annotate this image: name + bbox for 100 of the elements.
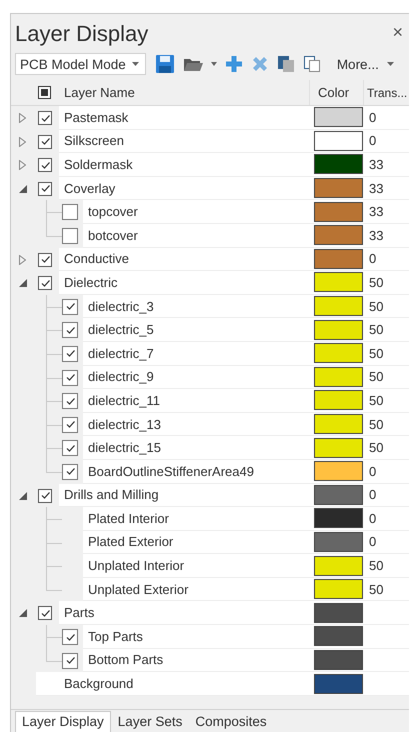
layer-name: Soldermask <box>64 156 133 172</box>
expanded-arrow-icon[interactable] <box>19 492 27 500</box>
color-swatch[interactable] <box>314 484 363 505</box>
layer-checkbox[interactable] <box>38 488 52 502</box>
transparency-value: 33 <box>369 156 384 172</box>
close-button[interactable]: × <box>392 22 403 42</box>
layer-checkbox[interactable] <box>38 134 52 149</box>
transparency-value: 33 <box>369 228 384 243</box>
color-swatch[interactable] <box>314 320 363 340</box>
layer-name: Bottom Parts <box>88 652 164 668</box>
transparency-value: 0 <box>369 534 376 550</box>
column-header[interactable]: Color <box>309 80 363 105</box>
caret-icon[interactable] <box>210 62 217 66</box>
layer-checkbox[interactable] <box>38 276 52 290</box>
color-swatch[interactable] <box>314 579 363 600</box>
layer-checkbox[interactable] <box>62 464 78 480</box>
transparency-value: 50 <box>369 274 384 290</box>
caret-icon <box>132 62 139 66</box>
save-icon[interactable] <box>154 54 175 74</box>
collapsed-arrow-icon[interactable] <box>19 136 26 147</box>
color-swatch[interactable] <box>314 225 363 246</box>
check-mark-icon <box>64 419 76 430</box>
check-mark-icon <box>64 632 76 643</box>
color-swatch[interactable] <box>314 414 363 434</box>
color-swatch[interactable] <box>314 130 363 151</box>
more-button[interactable]: More... <box>336 56 394 72</box>
column-header[interactable]: Trans... <box>363 80 409 105</box>
color-swatch[interactable] <box>314 366 363 387</box>
color-swatch[interactable] <box>314 674 363 694</box>
color-swatch[interactable] <box>314 107 363 128</box>
color-swatch[interactable] <box>314 461 363 482</box>
expanded-arrow-icon[interactable] <box>19 609 27 618</box>
color-swatch[interactable] <box>314 650 363 670</box>
check-mark-icon <box>64 324 76 336</box>
check-mark-icon <box>64 655 76 666</box>
caret-icon <box>386 62 394 66</box>
color-swatch[interactable] <box>314 272 363 292</box>
collapsed-arrow-icon[interactable] <box>19 113 26 123</box>
color-swatch[interactable] <box>314 626 363 646</box>
column-header[interactable]: Layer Name <box>59 80 309 105</box>
tab[interactable]: Composites <box>189 712 273 732</box>
layer-checkbox[interactable] <box>62 393 78 410</box>
layer-name: Top Parts <box>88 628 143 644</box>
color-swatch[interactable] <box>314 178 363 198</box>
tree-line <box>46 530 62 555</box>
layer-name: dielectric_15 <box>88 440 161 456</box>
select-all-checkbox[interactable] <box>38 86 51 99</box>
layer-checkbox[interactable] <box>38 606 52 620</box>
collapsed-arrow-icon[interactable] <box>19 160 26 170</box>
color-swatch[interactable] <box>314 390 363 410</box>
tab[interactable]: Layer Sets <box>112 712 188 732</box>
tree-line <box>46 342 62 366</box>
layer-checkbox[interactable] <box>62 370 78 386</box>
layer-checkbox[interactable] <box>38 252 52 267</box>
check-mark-icon <box>40 160 50 171</box>
layer-checkbox[interactable] <box>62 228 78 244</box>
layer-checkbox[interactable] <box>38 182 52 196</box>
layer-checkbox[interactable] <box>62 652 78 669</box>
color-swatch[interactable] <box>314 438 363 458</box>
layer-checkbox[interactable] <box>62 440 78 456</box>
color-swatch[interactable] <box>314 248 363 269</box>
layer-checkbox[interactable] <box>62 298 78 315</box>
plus-icon[interactable] <box>224 55 243 73</box>
color-swatch[interactable] <box>314 343 363 364</box>
color-swatch[interactable] <box>314 602 363 623</box>
copy-icon[interactable] <box>276 55 295 73</box>
layer-checkbox[interactable] <box>62 204 78 220</box>
color-swatch[interactable] <box>314 556 363 576</box>
layer-name: Parts <box>64 605 94 620</box>
collapsed-arrow-icon[interactable] <box>19 254 26 265</box>
check-mark-icon <box>64 301 76 312</box>
tree-line <box>46 366 62 390</box>
color-swatch[interactable] <box>314 532 363 552</box>
check-mark-icon <box>40 278 50 289</box>
layer-name: Dielectric <box>64 274 118 290</box>
expanded-arrow-icon[interactable] <box>19 184 27 193</box>
layer-checkbox[interactable] <box>62 629 78 646</box>
expanded-arrow-icon[interactable] <box>19 279 27 288</box>
mode-dropdown[interactable]: PCB Model Mode <box>15 53 146 75</box>
layer-checkbox[interactable] <box>38 158 52 172</box>
panel-title: Layer Display <box>15 20 150 47</box>
check-mark-icon <box>64 442 76 454</box>
layer-checkbox[interactable] <box>62 346 78 362</box>
layer-checkbox[interactable] <box>62 322 78 338</box>
color-swatch[interactable] <box>314 296 363 316</box>
check-mark-icon <box>40 608 50 619</box>
layer-name: dielectric_5 <box>88 322 154 338</box>
transparency-value: 50 <box>369 582 384 597</box>
color-swatch[interactable] <box>314 508 363 528</box>
color-swatch[interactable] <box>314 154 363 174</box>
tab[interactable]: Layer Display <box>15 711 111 732</box>
transparency-value: 33 <box>369 180 384 196</box>
copy-icon[interactable] <box>302 55 321 73</box>
color-swatch[interactable] <box>314 202 363 222</box>
transparency-value: 0 <box>369 133 376 148</box>
tree-line <box>46 507 62 532</box>
check-mark-icon <box>40 254 50 266</box>
layer-name: Silkscreen <box>64 133 124 148</box>
layer-checkbox[interactable] <box>38 111 52 125</box>
layer-checkbox[interactable] <box>62 416 78 433</box>
